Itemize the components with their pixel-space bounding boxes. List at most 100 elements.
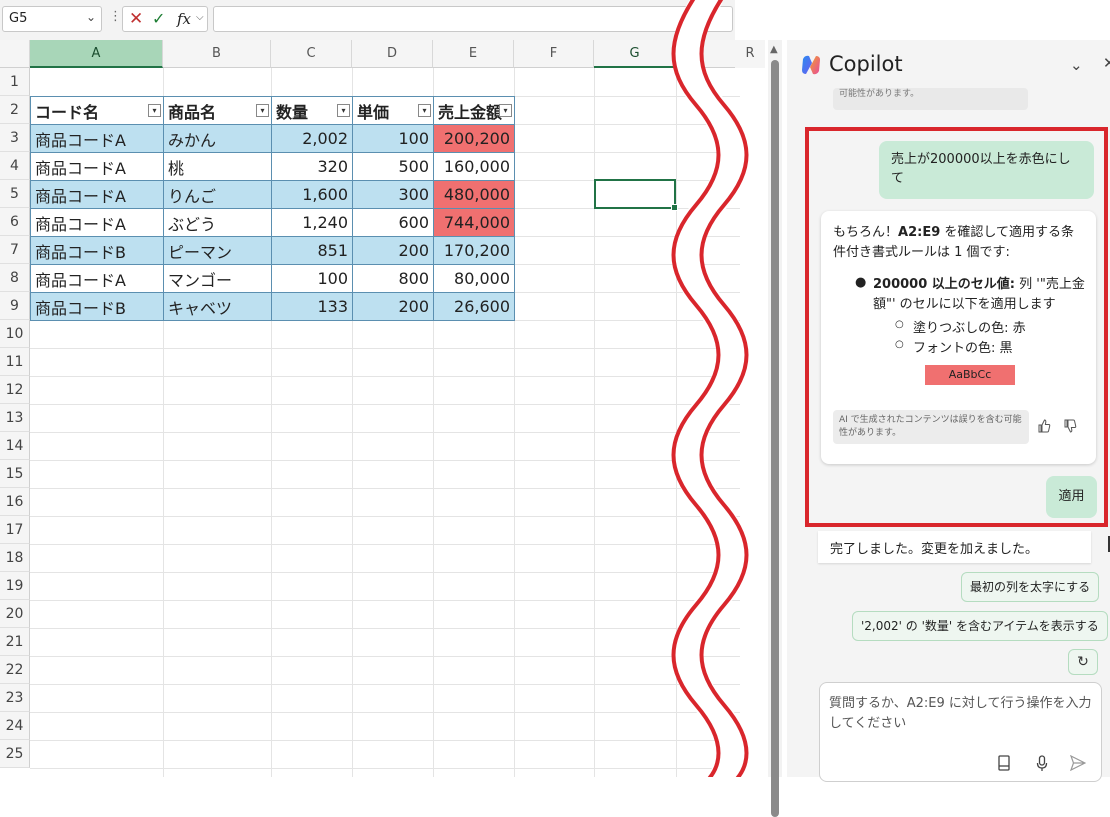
header-cell-qty[interactable]: 数量 ▾	[271, 96, 353, 125]
column-header-f[interactable]: F	[514, 40, 594, 68]
filter-dropdown-icon[interactable]: ▾	[418, 104, 431, 117]
header-cell-price[interactable]: 単価 ▾	[352, 96, 434, 125]
row-header[interactable]: 25	[0, 740, 30, 768]
cell-sales[interactable]: 80,000	[433, 264, 515, 293]
column-header-a[interactable]: A	[30, 40, 163, 68]
thumbs-up-icon[interactable]	[1037, 419, 1051, 437]
send-icon[interactable]	[1069, 754, 1087, 775]
scroll-up-icon[interactable]: ▲	[770, 44, 778, 55]
microphone-icon[interactable]	[1036, 755, 1048, 776]
apply-button[interactable]: 適用	[1046, 476, 1097, 518]
row-header[interactable]: 10	[0, 320, 30, 348]
cell-sales[interactable]: 170,200	[433, 236, 515, 265]
cell-qty[interactable]: 133	[271, 292, 353, 321]
cell-name[interactable]: りんご	[163, 180, 272, 209]
row-header[interactable]: 20	[0, 600, 30, 628]
row-header[interactable]: 4	[0, 152, 30, 180]
cell-qty[interactable]: 1,600	[271, 180, 353, 209]
row-header[interactable]: 13	[0, 404, 30, 432]
cell-qty[interactable]: 320	[271, 152, 353, 181]
filter-dropdown-icon[interactable]: ▾	[256, 104, 269, 117]
insert-function-button[interactable]: fx	[177, 10, 191, 28]
cell-sales[interactable]: 744,000	[433, 208, 515, 237]
cell-sales[interactable]: 160,000	[433, 152, 515, 181]
column-header-e[interactable]: E	[433, 40, 514, 68]
filter-dropdown-icon[interactable]: ▾	[499, 104, 512, 117]
cell-sales[interactable]: 26,600	[433, 292, 515, 321]
column-header-g[interactable]: G	[594, 40, 676, 68]
cell-name[interactable]: キャベツ	[163, 292, 272, 321]
cell-price[interactable]: 200	[352, 236, 434, 265]
cell-price[interactable]: 300	[352, 180, 434, 209]
row-header[interactable]: 18	[0, 544, 30, 572]
cell-price[interactable]: 500	[352, 152, 434, 181]
header-cell-sales[interactable]: 売上金額 ▾	[433, 96, 515, 125]
row-header[interactable]: 15	[0, 460, 30, 488]
cell-code[interactable]: 商品コードB	[30, 236, 164, 265]
cancel-icon[interactable]: ✕	[129, 9, 143, 29]
cell-qty[interactable]: 1,240	[271, 208, 353, 237]
row-header[interactable]: 2	[0, 96, 30, 124]
column-header-d[interactable]: D	[352, 40, 433, 68]
cell-code[interactable]: 商品コードA	[30, 264, 164, 293]
chevron-down-icon[interactable]: ⌄	[86, 10, 96, 24]
cell-name[interactable]: みかん	[163, 124, 272, 153]
cell-price[interactable]: 100	[352, 124, 434, 153]
row-header[interactable]: 12	[0, 376, 30, 404]
row-header[interactable]: 22	[0, 656, 30, 684]
formula-input[interactable]	[213, 6, 733, 32]
column-header-c[interactable]: C	[271, 40, 352, 68]
cell-sales[interactable]: 480,000	[433, 180, 515, 209]
cell-code[interactable]: 商品コードA	[30, 208, 164, 237]
refresh-icon[interactable]: ↻	[1068, 649, 1098, 675]
row-header[interactable]: 9	[0, 292, 30, 320]
header-cell-name[interactable]: 商品名 ▾	[163, 96, 272, 125]
row-header[interactable]: 8	[0, 264, 30, 292]
cell-qty[interactable]: 851	[271, 236, 353, 265]
scrollbar-thumb[interactable]	[771, 60, 779, 817]
cell-code[interactable]: 商品コードB	[30, 292, 164, 321]
cell-name[interactable]: 桃	[163, 152, 272, 181]
cell-code[interactable]: 商品コードA	[30, 124, 164, 153]
thumbs-down-icon[interactable]	[1063, 419, 1077, 437]
row-header[interactable]: 14	[0, 432, 30, 460]
selected-cell-g5[interactable]	[594, 179, 678, 211]
row-header[interactable]: 1	[0, 68, 30, 96]
name-box[interactable]: G5 ⌄	[2, 6, 102, 32]
enter-icon[interactable]: ✓	[152, 9, 165, 28]
row-header[interactable]: 16	[0, 488, 30, 516]
suggestion-bold-first-column[interactable]: 最初の列を太字にする	[961, 572, 1100, 602]
close-icon[interactable]: ✕	[1103, 54, 1110, 72]
cell-name[interactable]: ピーマン	[163, 236, 272, 265]
copilot-chat-input[interactable]: 質問するか、A2:E9 に対して行う操作を入力してください	[819, 682, 1102, 782]
row-header[interactable]: 19	[0, 572, 30, 600]
column-header-b[interactable]: B	[163, 40, 271, 68]
row-header[interactable]: 17	[0, 516, 30, 544]
cell-name[interactable]: ぶどう	[163, 208, 272, 237]
filter-dropdown-icon[interactable]: ▾	[337, 104, 350, 117]
column-header-r[interactable]: R	[735, 40, 765, 68]
vertical-scrollbar[interactable]: ▲	[768, 40, 782, 817]
cell-code[interactable]: 商品コードA	[30, 152, 164, 181]
row-header[interactable]: 23	[0, 684, 30, 712]
row-header[interactable]: 11	[0, 348, 30, 376]
chevron-down-icon[interactable]: ⌄	[1070, 56, 1083, 74]
row-header[interactable]: 7	[0, 236, 30, 264]
cell-price[interactable]: 600	[352, 208, 434, 237]
cell-name[interactable]: マンゴー	[163, 264, 272, 293]
row-header[interactable]: 21	[0, 628, 30, 656]
row-header[interactable]: 5	[0, 180, 30, 208]
cell-code[interactable]: 商品コードA	[30, 180, 164, 209]
cell-price[interactable]: 200	[352, 292, 434, 321]
cell-qty[interactable]: 2,002	[271, 124, 353, 153]
header-cell-code[interactable]: コード名 ▾	[30, 96, 164, 125]
chevron-down-icon[interactable]: ⌵	[196, 12, 204, 23]
row-header[interactable]: 6	[0, 208, 30, 236]
row-header[interactable]: 3	[0, 124, 30, 152]
filter-dropdown-icon[interactable]: ▾	[148, 104, 161, 117]
cell-price[interactable]: 800	[352, 264, 434, 293]
prompt-guide-icon[interactable]	[998, 755, 1010, 775]
more-options-icon[interactable]: ⋮	[109, 9, 122, 24]
suggestion-show-items[interactable]: '2,002' の '数量' を含むアイテムを表示する	[852, 611, 1108, 641]
select-all-corner[interactable]	[0, 40, 30, 68]
